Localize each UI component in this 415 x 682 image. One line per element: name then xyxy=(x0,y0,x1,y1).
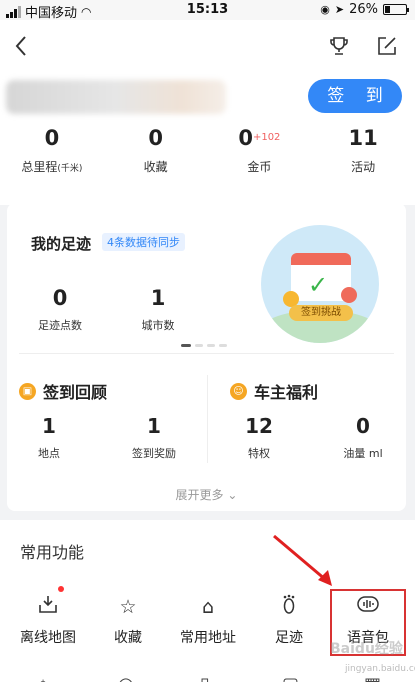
sync-badge[interactable]: 4条数据待同步 xyxy=(102,233,185,251)
watermark-logo: Baidu经验 xyxy=(330,641,403,657)
grid-icon[interactable]: ▦ xyxy=(364,674,381,682)
home-address-icon: ⌂ xyxy=(201,596,215,618)
checkin-places[interactable]: 1 地点 xyxy=(14,413,84,461)
checkin-rewards[interactable]: 1 签到奖励 xyxy=(119,413,189,461)
location-icon: ➤ xyxy=(334,3,345,16)
fuel-amount[interactable]: 0 油量 ml xyxy=(328,413,398,461)
annotation-arrow-icon xyxy=(273,534,332,586)
sign-in-button[interactable]: 签 到 xyxy=(308,79,402,113)
lock-rotation-icon: ◉ xyxy=(320,3,330,16)
divider xyxy=(207,375,208,463)
calendar-icon: ▣ xyxy=(19,382,36,400)
status-bar: 中国移动 ◠ 15:13 ◉ ➤ 26% xyxy=(0,0,415,21)
stat-activities[interactable]: 11 活动 xyxy=(311,124,415,175)
star-icon: ☆ xyxy=(119,596,137,618)
battery-icon xyxy=(383,4,409,15)
location-icon[interactable]: ⌖ xyxy=(38,674,48,682)
offline-map-button[interactable]: 离线地图 xyxy=(8,594,88,647)
watermark-url: jingyan.baidu.com xyxy=(345,664,415,674)
card-icon[interactable]: ▢ xyxy=(282,674,299,682)
chevron-down-icon: ⌄ xyxy=(227,488,238,502)
challenge-label: 签到挑战 xyxy=(289,305,353,321)
divider xyxy=(19,353,394,354)
checkin-challenge-badge[interactable]: ✓ 签到挑战 xyxy=(261,225,379,343)
blurred-username xyxy=(6,80,226,114)
section-title: 常用功能 xyxy=(20,543,85,562)
common-address-button[interactable]: ⌂ 常用地址 xyxy=(168,594,248,647)
favorites-button[interactable]: ☆ 收藏 xyxy=(88,594,168,647)
edit-icon[interactable] xyxy=(377,36,397,61)
gift-icon xyxy=(341,287,357,303)
footprint-points[interactable]: 0 足迹点数 xyxy=(20,285,100,333)
profile-header: 签 到 0 总里程(千米) 0 收藏 0+102 金币 11 活动 xyxy=(0,20,415,205)
expand-more-link[interactable]: 展开更多 ⌄ xyxy=(7,486,406,503)
download-map-icon xyxy=(8,594,88,620)
carousel-dots xyxy=(181,344,227,347)
stat-mileage[interactable]: 0 总里程(千米) xyxy=(0,124,104,175)
owner-benefits-header[interactable]: ☺ 车主福利 xyxy=(230,379,318,403)
city-count[interactable]: 1 城市数 xyxy=(118,285,198,333)
back-icon[interactable] xyxy=(14,34,28,64)
smile-icon: ☺ xyxy=(230,382,247,400)
checkin-review-header[interactable]: ▣ 签到回顾 xyxy=(19,379,107,403)
footprint-icon xyxy=(249,594,329,620)
stat-favorites[interactable]: 0 收藏 xyxy=(104,124,208,175)
notification-dot xyxy=(58,586,64,592)
common-functions-section: 常用功能 离线地图 ☆ 收藏 ⌂ 常用地址 足迹 语音包 Baidu经验 jin… xyxy=(0,520,415,682)
stat-coins[interactable]: 0+102 金币 xyxy=(208,124,312,175)
radar-icon[interactable]: ◎ xyxy=(118,674,134,682)
coin-bonus: +102 xyxy=(252,132,281,143)
battery-label: 26% xyxy=(349,2,378,17)
footprint-title: 我的足迹 xyxy=(31,235,92,253)
summary-card: 我的足迹 4条数据待同步 0 足迹点数 1 城市数 ✓ 签到挑战 ▣ 签到回顾 … xyxy=(7,203,406,511)
footprint-button[interactable]: 足迹 xyxy=(249,594,329,647)
trophy-icon[interactable] xyxy=(330,36,348,61)
privileges[interactable]: 12 特权 xyxy=(224,413,294,461)
phone-icon[interactable]: ▯ xyxy=(200,674,210,682)
stats-row: 0 总里程(千米) 0 收藏 0+102 金币 11 活动 xyxy=(0,124,415,175)
